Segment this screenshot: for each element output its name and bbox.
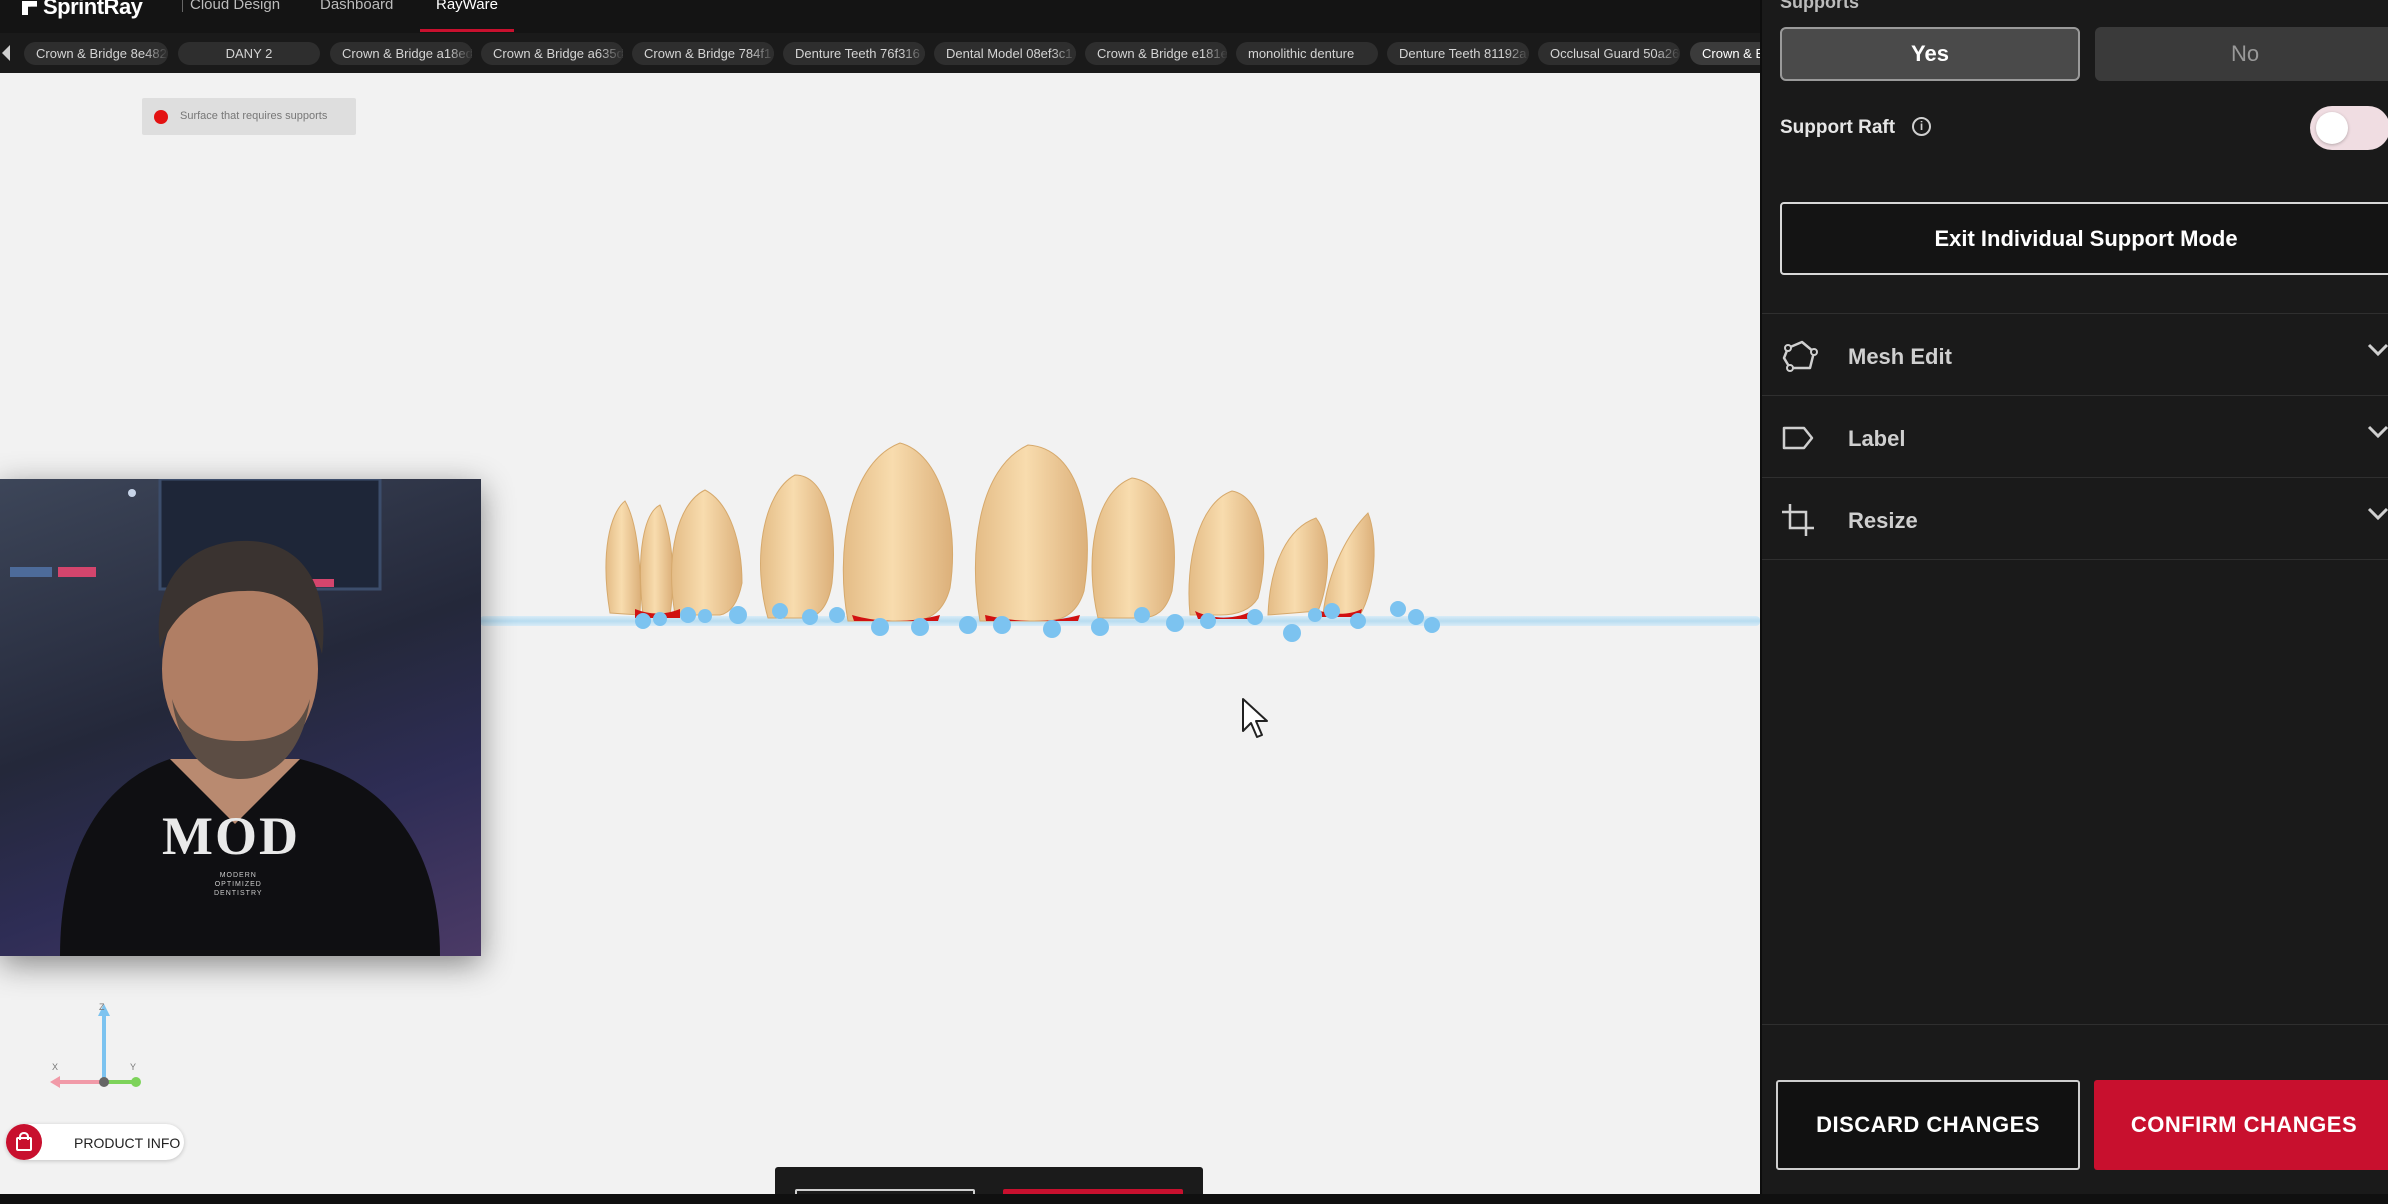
project-tab[interactable]: Denture Teeth 81192a (1387, 42, 1529, 65)
project-tab[interactable]: monolithic denture (1236, 42, 1378, 65)
product-info-label: PRODUCT INFO (74, 1135, 181, 1151)
supports-legend: Surface that requires supports (142, 98, 356, 135)
nav-dashboard[interactable]: Dashboard (320, 0, 393, 13)
mesh-edit-icon (1782, 340, 1818, 372)
nav-separator (182, 0, 183, 12)
teeth-group (605, 442, 1375, 622)
active-nav-indicator (420, 29, 514, 32)
supports-yes-button[interactable]: Yes (1780, 27, 2080, 81)
project-tab[interactable]: Dental Model 08ef3c1 (934, 42, 1076, 65)
background-light (128, 489, 136, 497)
nav-rayware[interactable]: RayWare (436, 0, 498, 13)
tabs-scroll-left-icon[interactable] (2, 45, 10, 61)
exit-individual-support-mode-button[interactable]: Exit Individual Support Mode (1780, 202, 2388, 275)
project-tabs-bar: Crown & Bridge 8e482 DANY 2 Crown & Brid… (0, 33, 1760, 73)
shopping-bag-icon (6, 1124, 42, 1160)
tagline-line: OPTIMIZED (214, 881, 262, 888)
section-divider (1762, 559, 2388, 560)
3d-viewport[interactable]: Surface that requires supports MOD MODER… (0, 73, 1760, 1204)
top-bar: SprintRay Cloud Design Dashboard RayWare (0, 0, 1760, 33)
project-tab-label: DANY 2 (225, 46, 273, 61)
sprintray-logo[interactable]: SprintRay (22, 0, 143, 20)
toggle-knob (2316, 112, 2348, 144)
orientation-axes-gizmo (50, 1004, 141, 1088)
project-tab[interactable]: Crown & Bridge e181e (1085, 42, 1227, 65)
tagline-line: DENTISTRY (214, 890, 263, 897)
background-monitor (58, 567, 96, 577)
background-monitor (10, 567, 52, 577)
project-tab[interactable]: Occlusal Guard 50a26 (1538, 42, 1680, 65)
accordion-label-section[interactable]: Label (1762, 396, 2388, 478)
project-tab[interactable]: DANY 2 (178, 42, 320, 65)
project-tab[interactable]: Crown & Bridge a18ed (330, 42, 472, 65)
logo-mark-icon (22, 1, 37, 15)
project-tab-label: monolithic denture (1248, 46, 1355, 61)
shirt-logo-text: MOD (162, 806, 300, 866)
project-tab[interactable]: Crown & Bridge 8e482 (24, 42, 168, 65)
accordion-label: Label (1848, 426, 1906, 451)
settings-panel: Supports Yes No Support Raft i Exit Indi… (1760, 0, 2388, 1194)
support-raft-toggle[interactable] (2310, 106, 2388, 150)
legend-label: Surface that requires supports (180, 110, 328, 122)
project-tab-active[interactable]: Crown & Br (1690, 42, 1760, 65)
presenter-webcam-overlay: MOD MODERN OPTIMIZED DENTISTRY (0, 479, 481, 956)
project-tab[interactable]: Crown & Bridge 784f1 (632, 42, 774, 65)
logo-text: SprintRay (43, 0, 143, 19)
axis-x-label: X (52, 1062, 59, 1072)
mouse-cursor-icon (1242, 698, 1268, 738)
support-raft-label: Support Raft (1780, 117, 1896, 138)
accordion-mesh-edit[interactable]: Mesh Edit (1762, 314, 2388, 396)
chevron-down-icon (2367, 343, 2388, 357)
label-tag-icon (1782, 426, 1814, 450)
section-divider (1762, 1024, 2388, 1025)
crop-resize-icon (1782, 504, 1814, 536)
tagline-line: MODERN (219, 872, 257, 879)
chevron-down-icon (2367, 507, 2388, 521)
accordion-resize[interactable]: Resize (1762, 478, 2388, 560)
status-bar (0, 1194, 2388, 1204)
accordion-label: Mesh Edit (1848, 344, 1952, 369)
accordion-label: Resize (1848, 508, 1918, 533)
confirm-changes-button[interactable]: CONFIRM CHANGES (2094, 1080, 2388, 1170)
red-dot-icon (154, 110, 168, 124)
supports-section-title: Supports (1780, 0, 1859, 12)
product-info-button[interactable]: PRODUCT INFO (6, 1124, 184, 1160)
project-tab-label: Crown & Br (1702, 46, 1760, 61)
axis-z-label: Z (99, 1002, 105, 1012)
shirt-tagline: MODERN OPTIMIZED DENTISTRY (214, 871, 263, 898)
project-tab[interactable]: Crown & Bridge a635d (481, 42, 623, 65)
nav-cloud-design[interactable]: Cloud Design (190, 0, 280, 13)
chevron-down-icon (2367, 425, 2388, 439)
axis-y-label: Y (130, 1062, 137, 1072)
project-tab[interactable]: Denture Teeth 76f316 (783, 42, 925, 65)
discard-changes-button[interactable]: DISCARD CHANGES (1776, 1080, 2080, 1170)
info-icon[interactable]: i (1912, 117, 1931, 136)
denture-teeth-model[interactable] (480, 353, 1480, 653)
supports-no-button[interactable]: No (2095, 27, 2388, 81)
